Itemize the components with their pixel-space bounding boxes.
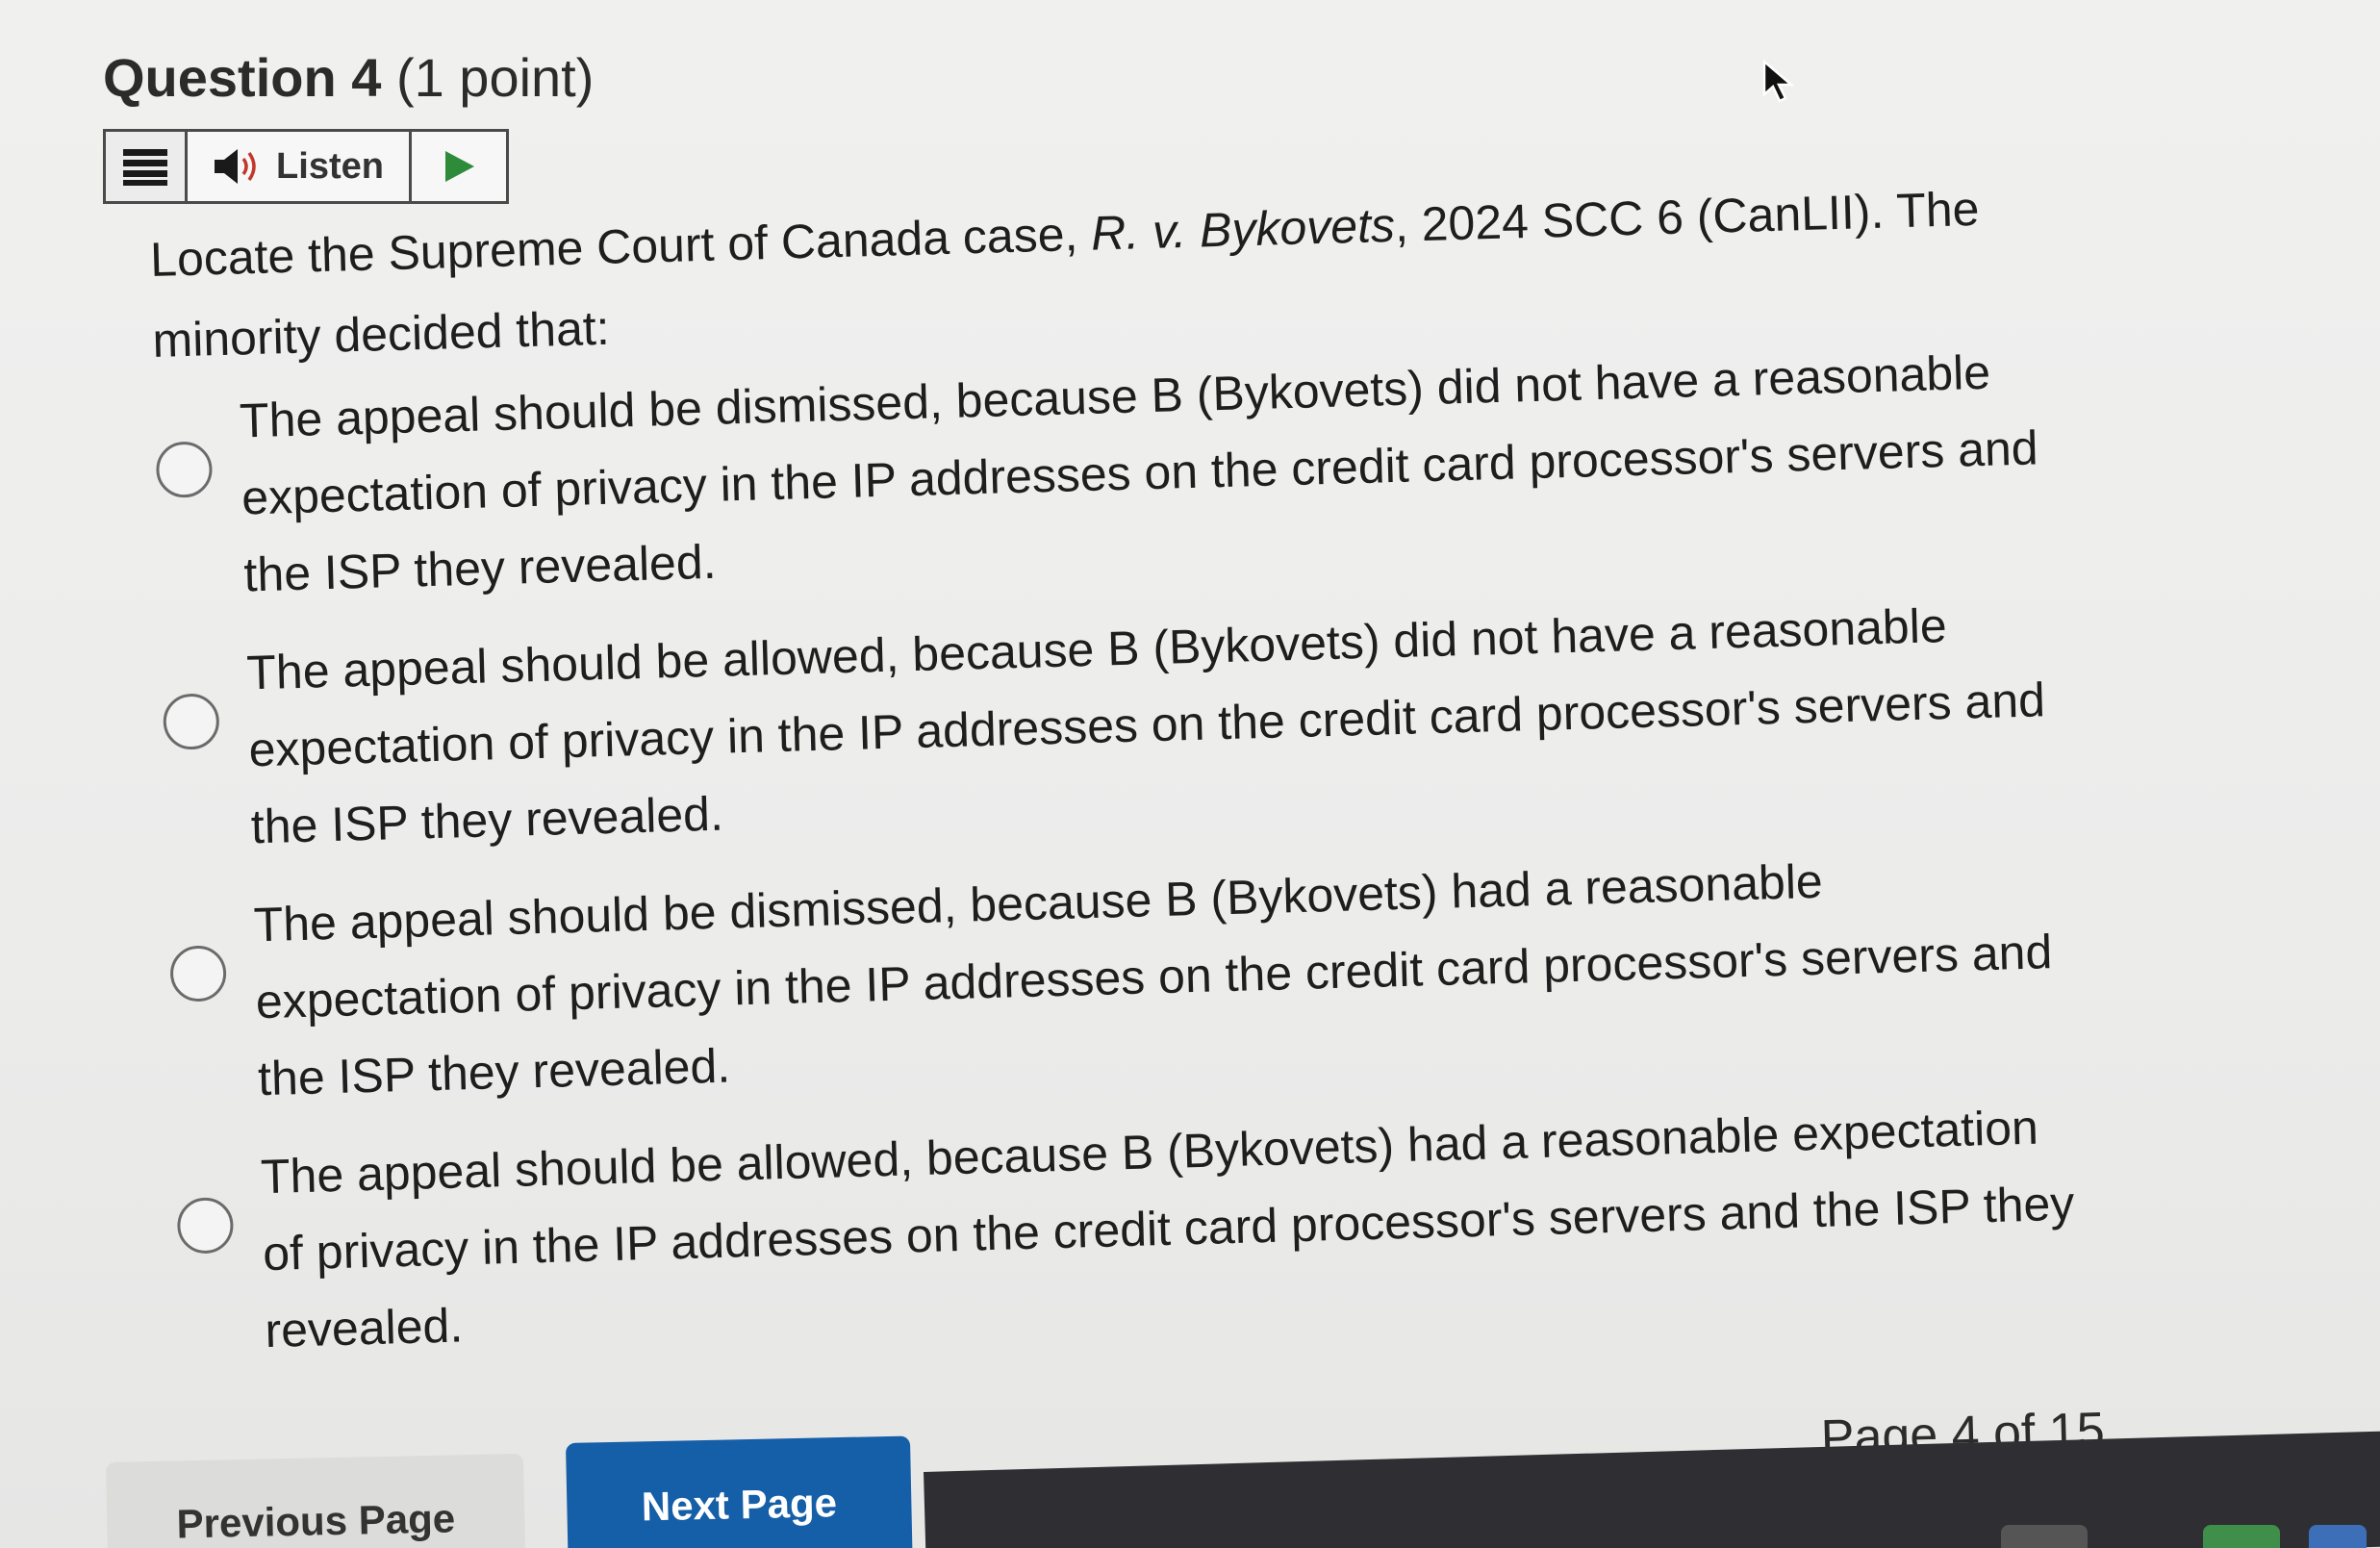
dock-hint [2309,1525,2367,1548]
radio-button[interactable] [155,441,214,498]
answer-option[interactable]: The appeal should be allowed, because B … [175,1087,2105,1372]
question-points: (1 point) [395,47,595,108]
answer-option[interactable]: The appeal should be dismissed, because … [168,835,2098,1120]
case-name: R. v. Bykovets [1090,197,1396,261]
radio-button[interactable] [169,945,227,1002]
question-heading: Question 4 (1 point) [103,46,594,109]
prompt-text-before: Locate the Supreme Court of Canada case, [149,206,1092,287]
option-label: The appeal should be dismissed, because … [239,344,2039,602]
listen-toolbar: Listen [103,129,509,204]
question-number: Question 4 [103,47,382,108]
quiz-page: Question 4 (1 point) Listen Locate the S… [0,0,2380,1548]
radio-button[interactable] [162,693,220,750]
option-label: The appeal should be dismissed, because … [252,853,2053,1106]
next-page-button[interactable]: Next Page [566,1435,913,1548]
dock-hint [2001,1525,2088,1548]
dock-hint [2203,1525,2280,1548]
listen-label: Listen [276,145,384,187]
play-button[interactable] [412,132,506,201]
answer-option[interactable]: The appeal should be allowed, because B … [161,583,2090,868]
speaker-icon [215,149,256,184]
answer-option[interactable]: The appeal should be dismissed, because … [154,331,2084,616]
listen-menu-button[interactable] [106,132,188,201]
play-icon [445,151,474,182]
answer-options: The appeal should be dismissed, because … [154,331,2105,1392]
listen-button[interactable]: Listen [188,132,412,201]
radio-button[interactable] [176,1197,235,1255]
previous-page-button[interactable]: Previous Page [106,1453,526,1548]
hamburger-menu-icon [123,149,167,186]
option-label: The appeal should be allowed, because B … [260,1100,2075,1358]
mouse-pointer-icon [1762,60,1795,103]
monitor-bezel [924,1430,2380,1548]
option-label: The appeal should be allowed, because B … [245,598,2046,854]
